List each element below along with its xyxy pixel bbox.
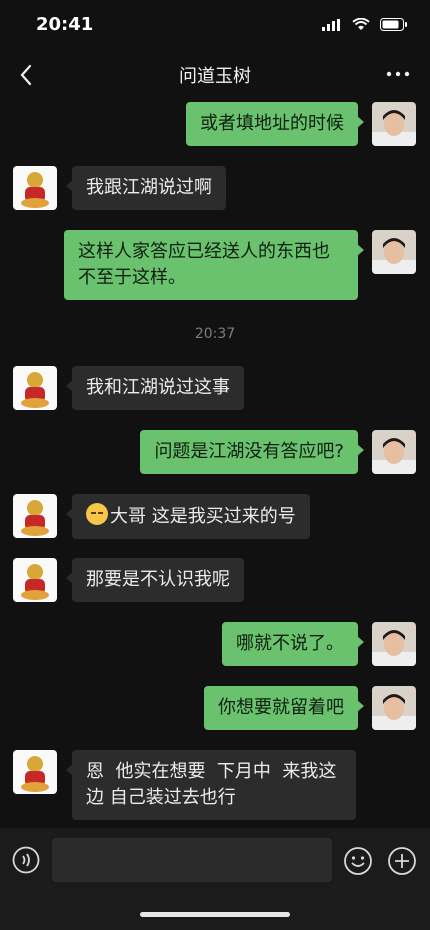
message-row: 哪就不说了。: [0, 622, 430, 668]
nav-bar: 问道玉树: [0, 50, 430, 100]
more-icon: [386, 71, 410, 77]
avatar-contact[interactable]: [13, 750, 57, 794]
avatar-contact[interactable]: [13, 366, 57, 410]
signal-icon: [322, 18, 340, 31]
status-icons: [322, 18, 408, 31]
message-row: 恩 他实在想要 下月中 来我这边 自己装过去也行: [0, 750, 430, 820]
fortune-god-avatar-icon: [13, 166, 57, 210]
home-indicator[interactable]: [140, 912, 290, 917]
avatar-me[interactable]: [372, 430, 416, 474]
fortune-god-avatar-icon: [13, 494, 57, 538]
fortune-god-avatar-icon: [13, 750, 57, 794]
voice-button[interactable]: [12, 846, 40, 874]
wifi-icon: [352, 18, 370, 30]
message-row: 这样人家答应已经送人的东西也不至于这样。: [0, 230, 430, 300]
user-avatar-icon: [372, 102, 416, 146]
avatar-contact[interactable]: [13, 494, 57, 538]
message-text: 大哥 这是我买过来的号: [110, 506, 296, 527]
avatar-me[interactable]: [372, 230, 416, 274]
sleepy-face-icon: [86, 503, 108, 525]
timestamp: 20:37: [194, 326, 236, 342]
message-bubble[interactable]: 那要是不认识我呢: [66, 558, 244, 602]
message-bubble[interactable]: 问题是江湖没有答应吧?: [140, 430, 364, 474]
message-bubble[interactable]: 大哥 这是我买过来的号: [66, 494, 310, 539]
fortune-god-avatar-icon: [13, 558, 57, 602]
message-bubble[interactable]: 我和江湖说过这事: [66, 366, 244, 410]
message-row: 或者填地址的时候: [0, 102, 430, 148]
status-bar: 20:41: [0, 0, 430, 50]
avatar-contact[interactable]: [13, 166, 57, 210]
status-time: 20:41: [36, 14, 94, 35]
more-options-button[interactable]: [386, 64, 410, 84]
user-avatar-icon: [372, 230, 416, 274]
user-avatar-icon: [372, 686, 416, 730]
message-bubble[interactable]: 恩 他实在想要 下月中 来我这边 自己装过去也行: [66, 750, 356, 820]
emoji-button[interactable]: [343, 846, 373, 876]
avatar-me[interactable]: [372, 622, 416, 666]
message-bubble[interactable]: 这样人家答应已经送人的东西也不至于这样。: [64, 230, 364, 300]
smiley-icon: [344, 847, 372, 875]
chat-title: 问道玉树: [179, 66, 251, 87]
avatar-me[interactable]: [372, 102, 416, 146]
message-row: 问题是江湖没有答应吧?: [0, 430, 430, 476]
message-row: 大哥 这是我买过来的号: [0, 494, 430, 540]
avatar-me[interactable]: [372, 686, 416, 730]
message-bubble[interactable]: 或者填地址的时候: [186, 102, 364, 146]
voice-icon: [12, 846, 40, 874]
message-bubble[interactable]: 哪就不说了。: [222, 622, 364, 666]
chat-area[interactable]: 或者填地址的时候 我跟江湖说过啊 这样人家答应已经送人的东西也不至于这样。 20…: [0, 100, 430, 830]
message-bubble[interactable]: 你想要就留着吧: [204, 686, 364, 730]
message-row: 我和江湖说过这事: [0, 366, 430, 412]
message-input[interactable]: [52, 838, 332, 882]
plus-icon: [388, 847, 416, 875]
user-avatar-icon: [372, 622, 416, 666]
battery-icon: [380, 18, 407, 31]
message-row: 你想要就留着吧: [0, 686, 430, 732]
message-row: 那要是不认识我呢: [0, 558, 430, 604]
message-bubble[interactable]: 我跟江湖说过啊: [66, 166, 226, 210]
user-avatar-icon: [372, 430, 416, 474]
avatar-contact[interactable]: [13, 558, 57, 602]
fortune-god-avatar-icon: [13, 366, 57, 410]
message-row: 我跟江湖说过啊: [0, 166, 430, 212]
more-functions-button[interactable]: [387, 846, 417, 876]
